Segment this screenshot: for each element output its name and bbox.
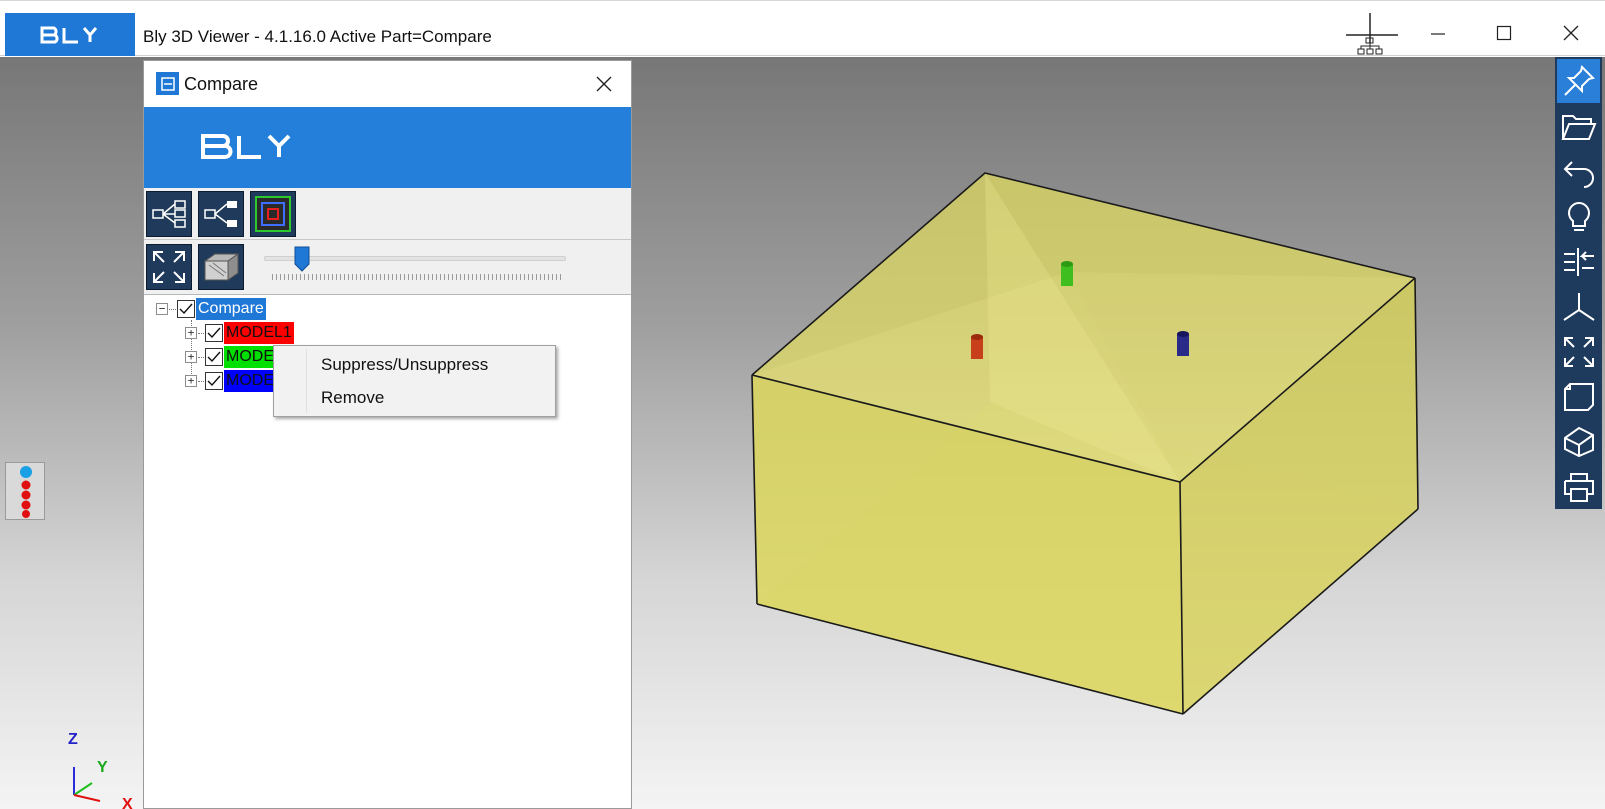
- view-widget[interactable]: [5, 462, 45, 520]
- menu-item-suppress-unsuppress[interactable]: Suppress/Unsuppress: [307, 350, 553, 380]
- panel-toolbar-row1: [144, 188, 631, 240]
- context-menu: Suppress/Unsuppress Remove: [273, 345, 556, 417]
- section-button[interactable]: [1557, 420, 1600, 464]
- slider-thumb[interactable]: [294, 246, 310, 272]
- compare-icon: [1563, 248, 1594, 276]
- fit-all-icon: [1563, 337, 1594, 367]
- expand-toggle[interactable]: +: [185, 327, 197, 339]
- axis-y-label: Y: [97, 759, 108, 776]
- fit-view-button[interactable]: [146, 244, 192, 290]
- checkmark-icon: [207, 375, 221, 387]
- box-view-button[interactable]: [198, 244, 244, 290]
- panel-title-bar: Compare: [144, 61, 631, 107]
- fit-all-button[interactable]: [1557, 330, 1600, 374]
- tree-collapse-icon: [204, 201, 237, 227]
- panel-close-button[interactable]: [589, 69, 619, 99]
- app-logo: [5, 13, 135, 56]
- open-folder-icon: [1561, 115, 1596, 140]
- expand-toggle[interactable]: +: [185, 375, 197, 387]
- panel-banner: [144, 107, 631, 188]
- print-button[interactable]: [1557, 465, 1600, 509]
- undo-icon: [1563, 161, 1594, 188]
- close-icon: [596, 76, 612, 92]
- fit-view-icon: [153, 251, 185, 283]
- pin-icon: [1563, 65, 1595, 96]
- model3-checkbox[interactable]: [205, 372, 223, 390]
- right-toolbar: [1555, 57, 1602, 509]
- close-button[interactable]: [1548, 15, 1594, 51]
- close-icon: [1563, 25, 1579, 41]
- view-box-button[interactable]: [1557, 375, 1600, 419]
- bly-logo-icon: [40, 26, 98, 43]
- minimize-button[interactable]: [1415, 15, 1461, 51]
- root-checkbox[interactable]: [177, 300, 195, 318]
- model1-checkbox[interactable]: [205, 324, 223, 342]
- maximize-icon: [1496, 25, 1512, 41]
- collapse-toggle[interactable]: −: [156, 303, 168, 315]
- axis-triad: Z Y X: [60, 729, 150, 809]
- checkmark-icon: [207, 351, 221, 363]
- expand-toggle[interactable]: +: [185, 351, 197, 363]
- box-view-icon: [203, 253, 240, 281]
- checkmark-icon: [179, 303, 193, 315]
- model2-checkbox[interactable]: [205, 348, 223, 366]
- undo-button[interactable]: [1557, 150, 1600, 194]
- compare-panel: Compare − Compare + MODEL1 + MODEL2 + MO…: [143, 60, 632, 809]
- lightbulb-button[interactable]: [1557, 195, 1600, 239]
- title-bar: Bly 3D Viewer - 4.1.16.0 Active Part=Com…: [0, 0, 1605, 56]
- pin-button[interactable]: [1557, 59, 1600, 103]
- network-tree-icon[interactable]: [1346, 13, 1398, 57]
- panel-toolbar-row2: [144, 240, 631, 295]
- lightbulb-icon: [1567, 201, 1590, 231]
- bly-logo-icon: [201, 134, 291, 159]
- slider-ticks: [272, 274, 562, 280]
- red-pin: [971, 334, 983, 359]
- outline-square-button[interactable]: [250, 191, 296, 237]
- beads-icon: [20, 466, 32, 518]
- maximize-button[interactable]: [1481, 15, 1527, 51]
- tree-item-model1[interactable]: MODEL1: [224, 322, 294, 344]
- tree-expand-button[interactable]: [146, 191, 192, 237]
- window-title: Bly 3D Viewer - 4.1.16.0 Active Part=Com…: [143, 27, 492, 46]
- section-icon: [1563, 426, 1594, 458]
- axes-icon: [1562, 293, 1595, 321]
- minimize-icon: [1431, 33, 1445, 35]
- outline-square-icon: [255, 196, 291, 232]
- open-folder-button[interactable]: [1557, 105, 1600, 149]
- panel-title: Compare: [184, 74, 259, 94]
- axes-button[interactable]: [1557, 285, 1600, 329]
- view-box-icon: [1563, 383, 1594, 411]
- axis-z-label: Z: [68, 731, 78, 748]
- green-pin: [1061, 261, 1073, 286]
- tree-root-label[interactable]: Compare: [196, 298, 266, 320]
- tree-collapse-button[interactable]: [198, 191, 244, 237]
- menu-item-remove[interactable]: Remove: [307, 383, 553, 413]
- checkmark-icon: [207, 327, 221, 339]
- axis-x-label: X: [122, 796, 133, 809]
- blue-pin: [1177, 331, 1189, 356]
- transparent-box-part: [751, 172, 1419, 715]
- compare-button[interactable]: [1557, 240, 1600, 284]
- print-icon: [1563, 473, 1594, 502]
- tree-expand-icon: [152, 200, 186, 228]
- panel-window-icon: [156, 72, 179, 95]
